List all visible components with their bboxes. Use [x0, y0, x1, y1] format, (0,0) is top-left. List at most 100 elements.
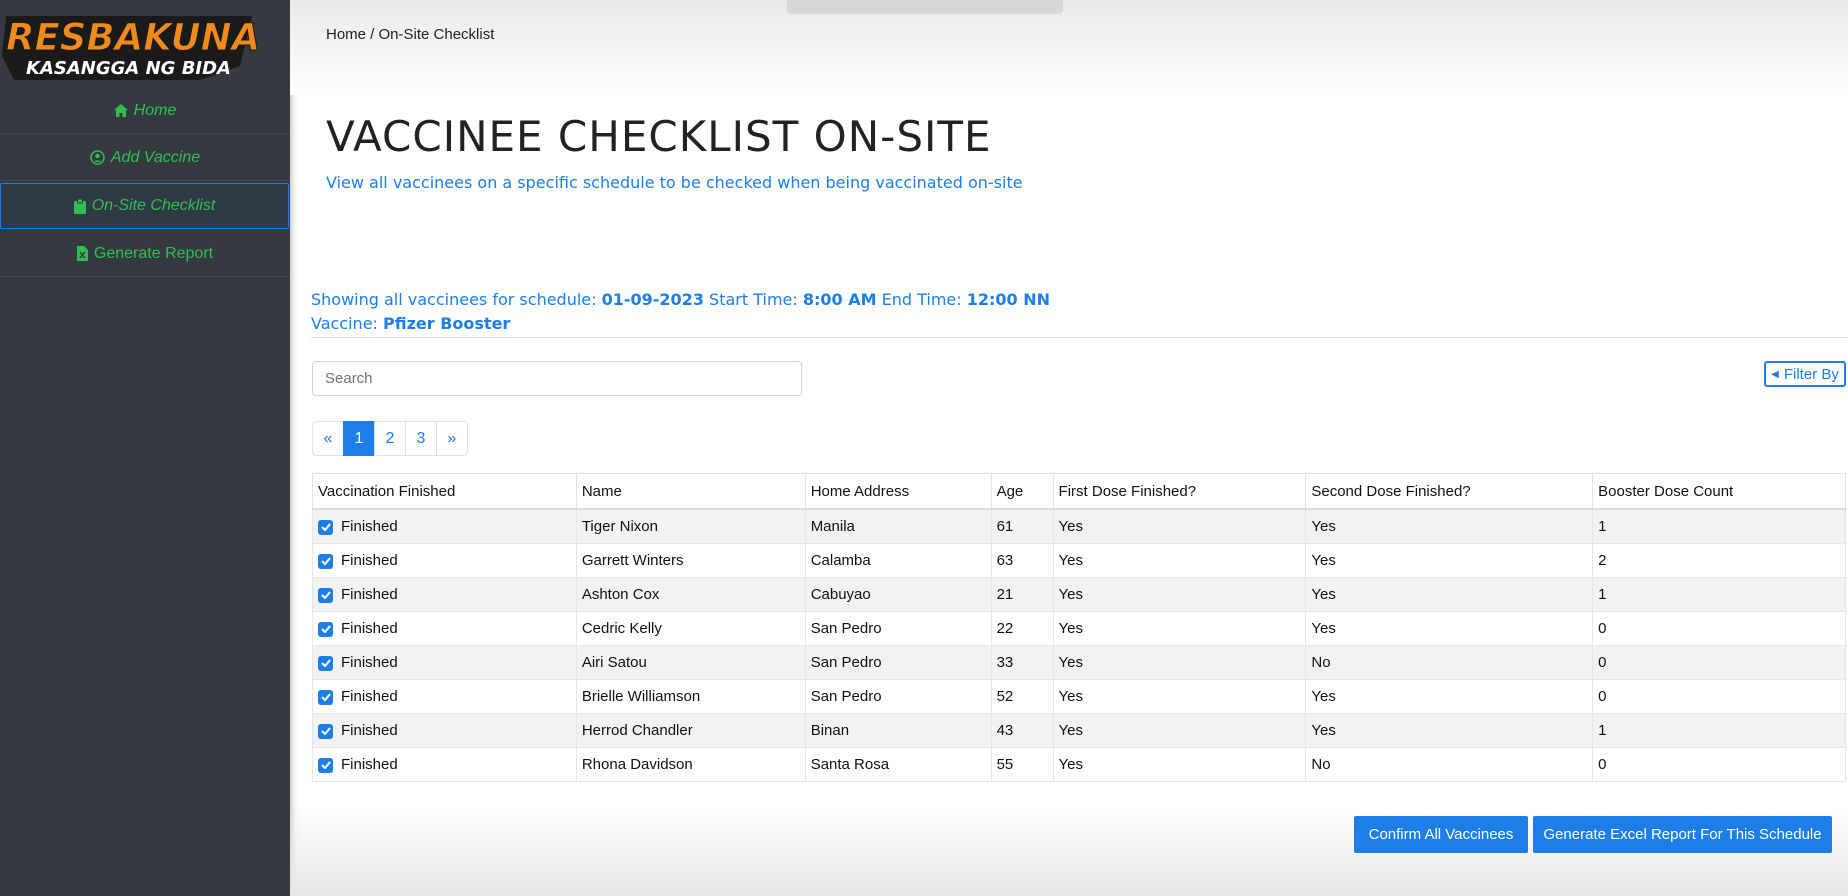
first-dose-cell: Yes [1052, 679, 1307, 714]
vaccine-name: Pfizer Booster [383, 314, 511, 333]
resbakuna-logo[interactable]: RESBAKUNA KASANGGA NG BIDA [0, 0, 260, 84]
booster-count-cell: 2 [1592, 543, 1846, 578]
finished-checkbox[interactable] [318, 519, 333, 535]
finished-label: Finished [341, 586, 398, 603]
booster-count-cell: 0 [1592, 747, 1846, 782]
finished-cell: Finished [312, 508, 577, 544]
first-dose-cell: Yes [1052, 577, 1307, 612]
age-cell: 61 [990, 508, 1054, 544]
pagination: « 1 2 3 » [312, 421, 468, 456]
first-dose-cell: Yes [1052, 747, 1307, 782]
sidebar-item-label: Generate Report [93, 244, 214, 262]
finished-checkbox[interactable] [318, 689, 333, 705]
finished-checkbox[interactable] [318, 553, 333, 569]
end-time: 12:00 NN [966, 290, 1051, 309]
table-row: Finished Garrett Winters Calamba 63 Yes … [312, 543, 1846, 578]
search-input[interactable] [312, 361, 802, 396]
sidebar-item-label: Home [133, 101, 177, 119]
second-dose-cell: No [1305, 645, 1594, 680]
address-cell: Cabuyao [804, 577, 992, 612]
top-tab-handle[interactable] [787, 0, 1063, 14]
finished-label: Finished [341, 722, 398, 739]
first-dose-cell: Yes [1052, 645, 1307, 680]
filter-by-button[interactable]: ◀ Filter By [1764, 361, 1846, 387]
finished-checkbox[interactable] [318, 655, 333, 671]
pagination-next[interactable]: » [436, 421, 468, 456]
booster-count-cell: 0 [1592, 679, 1846, 714]
address-cell: Calamba [804, 543, 992, 578]
age-cell: 22 [990, 611, 1054, 646]
finished-label: Finished [341, 654, 398, 671]
booster-count-cell: 1 [1592, 713, 1846, 748]
table-row: Finished Herrod Chandler Binan 43 Yes Ye… [312, 713, 1846, 748]
column-header[interactable]: First Dose Finished? [1052, 473, 1307, 510]
finished-label: Finished [341, 552, 398, 569]
column-header[interactable]: Home Address [804, 473, 992, 510]
finished-cell: Finished [312, 611, 577, 646]
confirm-all-vaccinees-button[interactable]: Confirm All Vaccinees [1354, 816, 1528, 853]
home-icon [113, 104, 128, 117]
age-cell: 63 [990, 543, 1054, 578]
finished-cell: Finished [312, 713, 577, 748]
second-dose-cell: No [1305, 747, 1594, 782]
age-cell: 33 [990, 645, 1054, 680]
finished-cell: Finished [312, 645, 577, 680]
column-header[interactable]: Name [575, 473, 806, 510]
address-cell: Binan [804, 713, 992, 748]
finished-cell: Finished [312, 543, 577, 578]
sidebar: RESBAKUNA KASANGGA NG BIDA Home Add Vacc… [0, 0, 290, 896]
finished-cell: Finished [312, 679, 577, 714]
vaccine-label: Vaccine: [311, 314, 384, 333]
table-header-row: Vaccination Finished Name Home Address A… [312, 473, 1846, 510]
user-circle-icon [90, 150, 105, 165]
start-time: 8:00 AM [802, 290, 877, 309]
column-header[interactable]: Age [990, 473, 1054, 510]
logo-text-top: RESBAKUNA [6, 16, 260, 59]
pagination-page-3[interactable]: 3 [405, 421, 437, 456]
logo-text-bottom: KASANGGA NG BIDA [26, 58, 231, 79]
finished-label: Finished [341, 620, 398, 637]
name-cell: Garrett Winters [575, 543, 806, 578]
first-dose-cell: Yes [1052, 713, 1307, 748]
schedule-date: 01-09-2023 [601, 290, 704, 309]
first-dose-cell: Yes [1052, 543, 1307, 578]
table-row: Finished Ashton Cox Cabuyao 21 Yes Yes 1 [312, 577, 1846, 612]
top-header [290, 0, 1848, 95]
table-row: Finished Cedric Kelly San Pedro 22 Yes Y… [312, 611, 1846, 646]
vaccine-info: Vaccine: Pfizer Booster [311, 314, 510, 333]
sidebar-item-home[interactable]: Home [0, 88, 290, 134]
second-dose-cell: Yes [1305, 611, 1594, 646]
column-header[interactable]: Booster Dose Count [1592, 473, 1846, 510]
finished-checkbox[interactable] [318, 757, 333, 773]
column-header[interactable]: Vaccination Finished [312, 473, 577, 510]
finished-checkbox[interactable] [318, 587, 333, 603]
second-dose-cell: Yes [1305, 577, 1594, 612]
name-cell: Herrod Chandler [575, 713, 806, 748]
second-dose-cell: Yes [1305, 543, 1594, 578]
finished-cell: Finished [312, 747, 577, 782]
pagination-page-2[interactable]: 2 [374, 421, 406, 456]
booster-count-cell: 0 [1592, 645, 1846, 680]
clipboard-icon [73, 198, 86, 214]
name-cell: Ashton Cox [575, 577, 806, 612]
address-cell: San Pedro [804, 611, 992, 646]
name-cell: Cedric Kelly [575, 611, 806, 646]
finished-checkbox[interactable] [318, 723, 333, 739]
pagination-prev[interactable]: « [312, 421, 344, 456]
sidebar-item-on-site-checklist[interactable]: On-Site Checklist [0, 183, 289, 229]
name-cell: Brielle Williamson [575, 679, 806, 714]
table-row: Finished Rhona Davidson Santa Rosa 55 Ye… [312, 747, 1846, 782]
address-cell: San Pedro [804, 679, 992, 714]
name-cell: Tiger Nixon [575, 508, 806, 544]
sidebar-item-generate-report[interactable]: Generate Report [0, 231, 290, 277]
pagination-page-1[interactable]: 1 [343, 421, 375, 456]
age-cell: 43 [990, 713, 1054, 748]
finished-checkbox[interactable] [318, 621, 333, 637]
page-subtitle: View all vaccinees on a specific schedul… [326, 173, 1023, 192]
booster-count-cell: 0 [1592, 611, 1846, 646]
generate-excel-report-button[interactable]: Generate Excel Report For This Schedule [1533, 816, 1832, 853]
sidebar-item-add-vaccine[interactable]: Add Vaccine [0, 135, 290, 181]
column-header[interactable]: Second Dose Finished? [1305, 473, 1594, 510]
breadcrumb: Home / On-Site Checklist [326, 26, 495, 43]
start-time-label: Start Time: [703, 290, 803, 309]
